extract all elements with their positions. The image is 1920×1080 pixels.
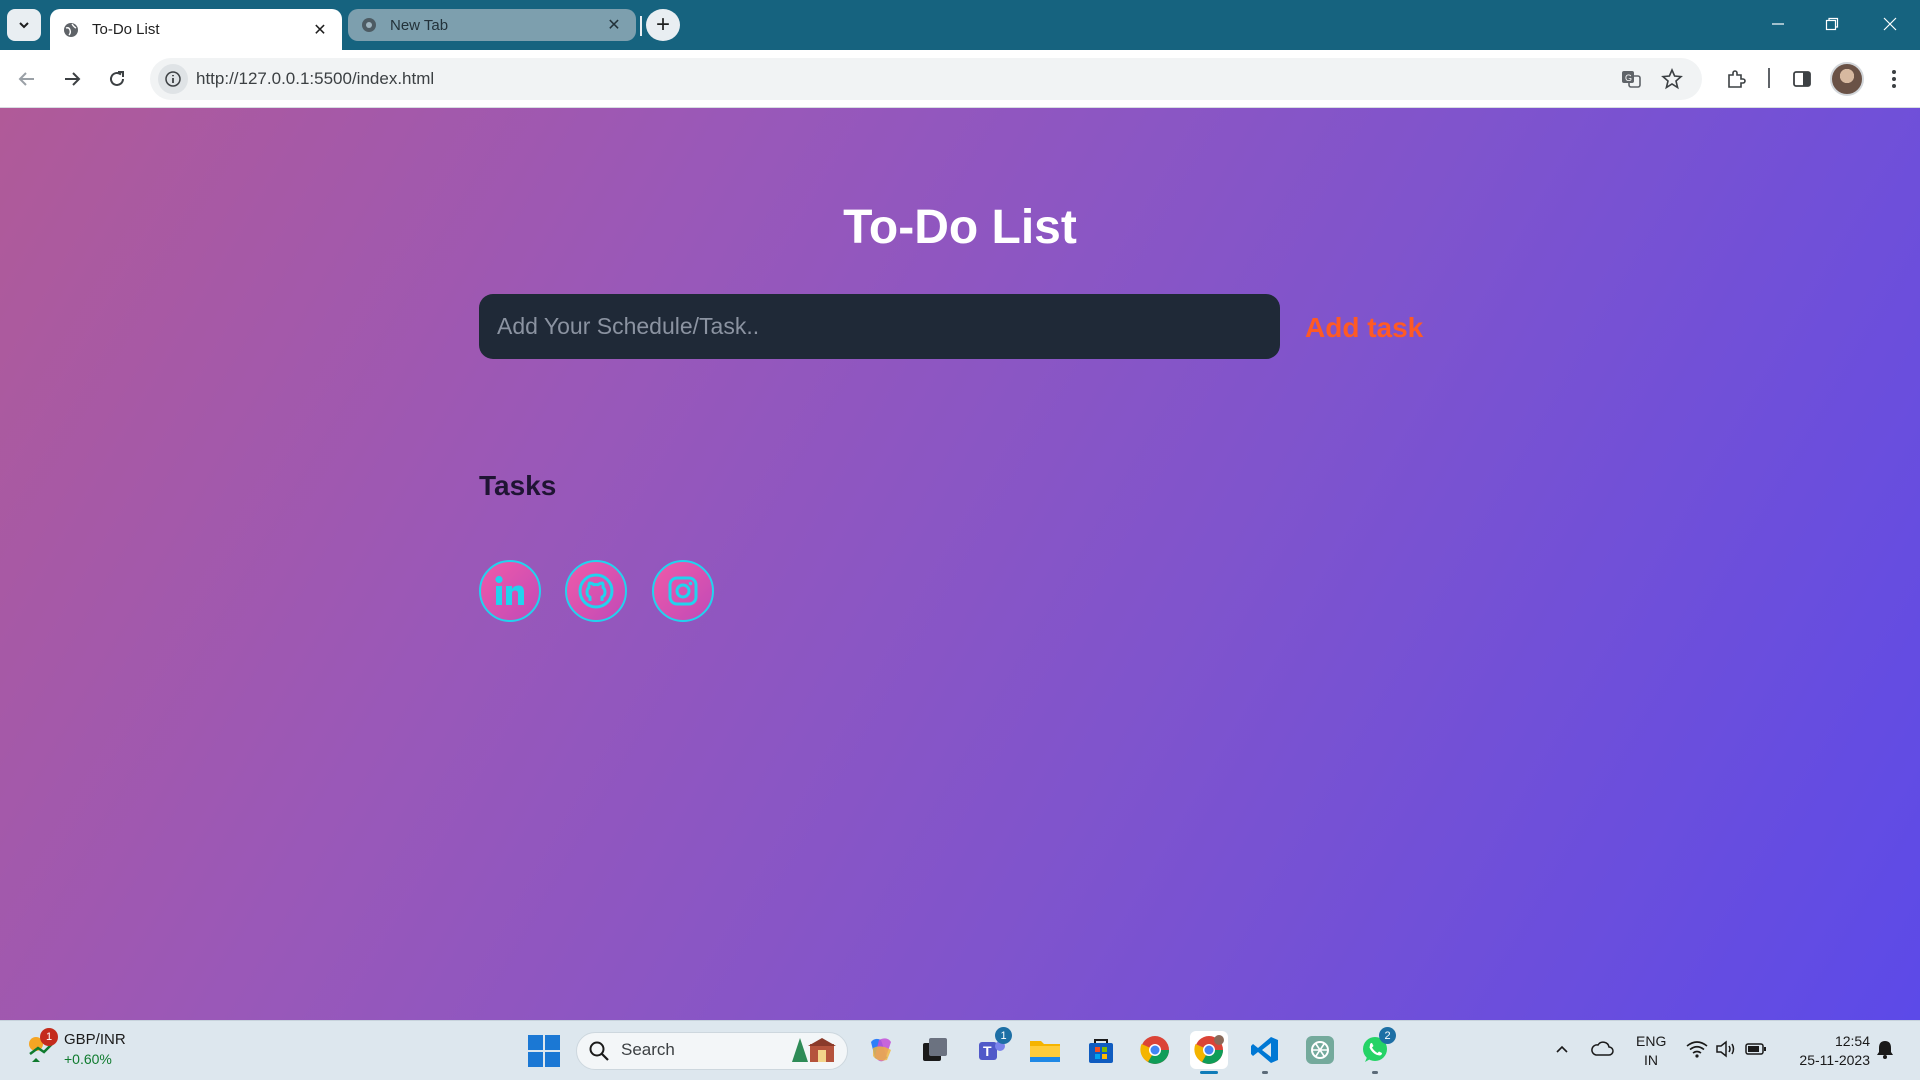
github-link[interactable] xyxy=(565,560,627,622)
widget-badge: 1 xyxy=(40,1028,58,1046)
taskbar xyxy=(0,1020,1920,1080)
microsoft-store-icon[interactable] xyxy=(1082,1031,1120,1069)
language-indicator[interactable]: ENG IN xyxy=(1636,1032,1666,1070)
file-explorer-icon[interactable] xyxy=(1026,1031,1064,1069)
tab-todo-list[interactable]: To-Do List ✕ xyxy=(50,9,342,50)
side-panel-icon[interactable] xyxy=(1787,64,1817,94)
windows-logo-tile xyxy=(528,1052,543,1067)
back-icon[interactable] xyxy=(10,62,44,96)
clock-date: 25-11-2023 xyxy=(1799,1052,1870,1068)
onedrive-cloud-icon[interactable] xyxy=(1590,1037,1614,1061)
tab-new-tab[interactable]: New Tab ✕ xyxy=(348,9,636,41)
restore-icon[interactable] xyxy=(1812,8,1852,40)
translate-icon[interactable]: G xyxy=(1616,64,1646,94)
start-button[interactable] xyxy=(528,1035,560,1067)
profile-avatar[interactable] xyxy=(1830,62,1864,96)
chevron-down-icon xyxy=(19,22,29,29)
linkedin-icon xyxy=(495,575,524,605)
tab-title: To-Do List xyxy=(92,21,160,38)
linkedin-link[interactable] xyxy=(479,560,541,622)
battery-icon[interactable] xyxy=(1744,1037,1768,1061)
search-highlight-icon xyxy=(790,1036,838,1066)
minimize-icon[interactable] xyxy=(1758,8,1798,40)
vscode-icon[interactable] xyxy=(1246,1031,1284,1069)
running-indicator xyxy=(1372,1071,1378,1074)
toolbar-divider xyxy=(1768,68,1770,88)
tab-search-button[interactable] xyxy=(7,9,41,41)
chrome-active-icon[interactable] xyxy=(1190,1031,1228,1069)
site-info-icon[interactable] xyxy=(158,64,188,94)
page-viewport: To-Do List Add task Tasks xyxy=(0,108,1920,1020)
svg-text:T: T xyxy=(983,1043,992,1059)
chrome-icon[interactable] xyxy=(1136,1031,1174,1069)
forward-icon[interactable] xyxy=(55,62,89,96)
extensions-icon[interactable] xyxy=(1721,64,1751,94)
url-text[interactable]: http://127.0.0.1:5500/index.html xyxy=(196,69,434,89)
instagram-icon xyxy=(668,576,698,606)
page-title: To-Do List xyxy=(843,201,1077,254)
add-task-button[interactable]: Add task xyxy=(1305,308,1423,348)
notification-bell-icon[interactable] xyxy=(1873,1037,1897,1061)
globe-icon xyxy=(62,21,80,39)
windows-logo-tile xyxy=(545,1035,560,1050)
region-code: IN xyxy=(1644,1052,1658,1068)
task-input[interactable] xyxy=(479,294,1280,359)
whatsapp-badge: 2 xyxy=(1379,1027,1396,1044)
chevron-up-icon[interactable] xyxy=(1550,1037,1574,1061)
close-window-icon[interactable] xyxy=(1870,8,1910,40)
volume-icon[interactable] xyxy=(1714,1037,1738,1061)
tab-title: New Tab xyxy=(390,16,449,34)
reload-icon[interactable] xyxy=(100,62,134,96)
svg-text:G: G xyxy=(1625,73,1632,83)
whatsapp-icon[interactable]: 2 xyxy=(1356,1027,1396,1069)
close-tab-icon[interactable]: ✕ xyxy=(310,20,330,40)
search-icon xyxy=(588,1040,610,1062)
clock[interactable]: 12:54 25-11-2023 xyxy=(1780,1032,1870,1070)
close-tab-icon[interactable]: ✕ xyxy=(604,15,624,35)
new-tab-button[interactable]: + xyxy=(646,9,680,41)
clock-time: 12:54 xyxy=(1834,1033,1870,1049)
running-indicator xyxy=(1262,1071,1268,1074)
tab-separator xyxy=(640,16,642,36)
copilot-icon[interactable] xyxy=(862,1031,900,1069)
teams-badge: 1 xyxy=(995,1027,1012,1044)
widget-title[interactable]: GBP/INR xyxy=(64,1031,126,1048)
language-code: ENG xyxy=(1636,1033,1667,1049)
windows-logo-tile xyxy=(528,1035,543,1050)
task-view-icon[interactable] xyxy=(916,1031,954,1069)
search-label[interactable]: Search xyxy=(621,1040,675,1060)
github-icon xyxy=(578,573,614,609)
wifi-icon[interactable] xyxy=(1685,1037,1709,1061)
running-indicator xyxy=(1200,1071,1218,1074)
tasks-heading: Tasks xyxy=(479,470,557,501)
windows-logo-tile xyxy=(545,1052,560,1067)
bookmark-star-icon[interactable] xyxy=(1657,64,1687,94)
instagram-link[interactable] xyxy=(652,560,714,622)
more-menu-icon[interactable] xyxy=(1879,64,1909,94)
widget-change[interactable]: +0.60% xyxy=(64,1051,112,1067)
chatgpt-icon[interactable] xyxy=(1301,1031,1339,1069)
teams-icon[interactable]: T 1 xyxy=(972,1027,1012,1069)
chrome-icon xyxy=(360,16,378,34)
